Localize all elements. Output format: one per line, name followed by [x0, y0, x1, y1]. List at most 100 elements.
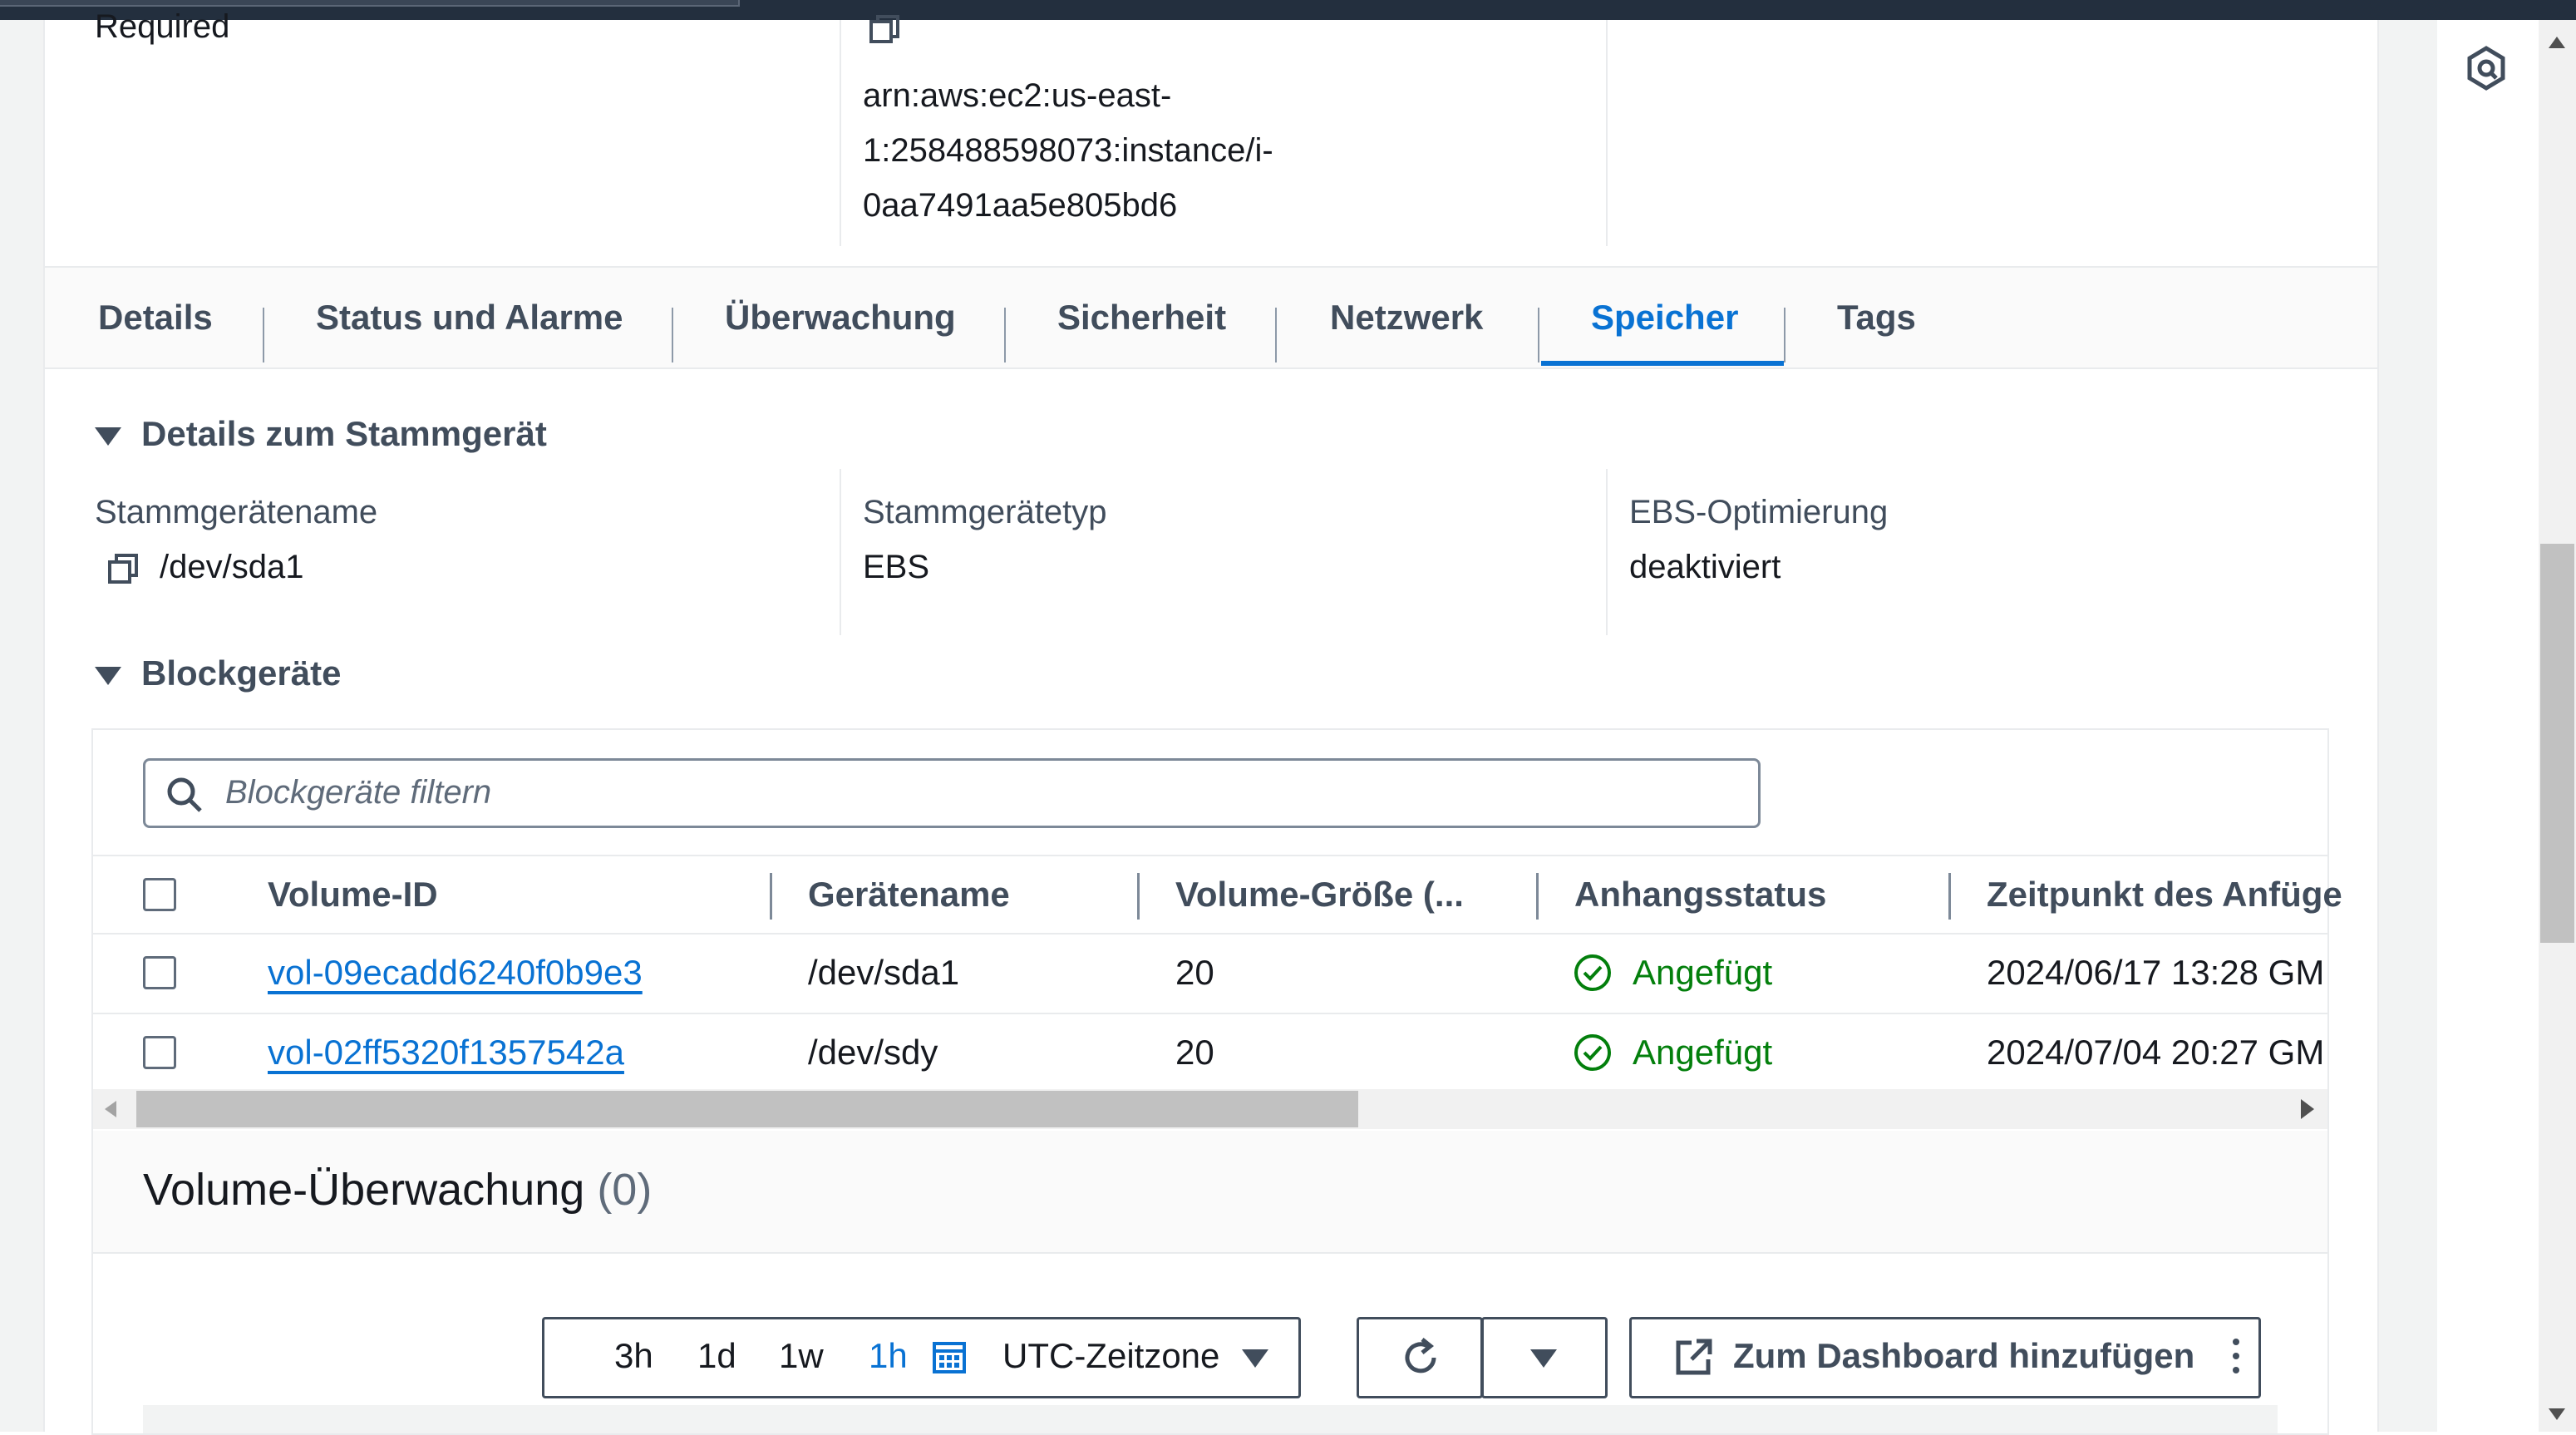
tab-storage[interactable]: Speicher [1591, 268, 1738, 367]
column-divider [1606, 20, 1608, 246]
column-volume-id[interactable]: Volume-ID [268, 856, 438, 933]
time-range-selector: 3h 1d 1w 1h [542, 1317, 988, 1398]
calendar-icon[interactable] [932, 1339, 967, 1374]
block-devices-heading: Blockgeräte [141, 653, 342, 693]
browser-top-bar [0, 0, 2576, 20]
left-gutter [0, 20, 45, 1432]
chevron-down-icon [1530, 1349, 1557, 1368]
block-devices-section-toggle[interactable]: Blockgeräte [95, 653, 341, 693]
right-gutter [2377, 20, 2437, 1432]
volume-id-link[interactable]: vol-02ff5320f1357542a [268, 1013, 624, 1092]
row-checkbox[interactable] [143, 1036, 176, 1069]
check-circle-icon [1574, 1034, 1611, 1071]
column-resizer[interactable] [1948, 873, 1951, 920]
refresh-options-dropdown[interactable] [1481, 1317, 1608, 1398]
check-circle-icon [1574, 954, 1611, 991]
column-attachment-status[interactable]: Anhangsstatus [1574, 856, 1826, 933]
timezone-dropdown[interactable]: UTC-Zeitzone [983, 1317, 1301, 1398]
browser-tab[interactable] [0, 0, 740, 7]
instance-summary: Required arn:aws:ec2:us-east- 1:25848859… [45, 8, 2377, 268]
range-3h[interactable]: 3h [614, 1336, 653, 1376]
column-divider [840, 20, 841, 246]
root-device-type-label: Stammgerätetyp [863, 494, 1107, 530]
column-device-name[interactable]: Gerätename [808, 856, 1010, 933]
device-name-cell: /dev/sda1 [808, 953, 960, 992]
root-device-section-toggle[interactable]: Details zum Stammgerät [95, 414, 547, 454]
attach-time-cell: 2024/06/17 13:28 GM [1987, 953, 2325, 992]
volume-size-cell: 20 [1175, 1033, 1214, 1072]
range-1w[interactable]: 1w [779, 1336, 824, 1376]
copy-icon[interactable] [868, 15, 903, 49]
arn-line-1: arn:aws:ec2:us-east- [863, 77, 1172, 114]
horizontal-scrollbar[interactable] [93, 1089, 2327, 1129]
scroll-down-arrow-icon[interactable] [2549, 1408, 2565, 1420]
tab-monitoring[interactable]: Überwachung [725, 268, 956, 367]
chart-area [143, 1405, 2278, 1433]
column-resizer[interactable] [1137, 873, 1140, 920]
ebs-optimization-label: EBS-Optimierung [1629, 494, 1889, 530]
attachment-status-cell: Angefügt [1633, 1033, 1773, 1072]
column-resizer[interactable] [770, 873, 772, 920]
column-divider [840, 469, 841, 635]
search-icon [167, 777, 202, 812]
external-link-icon [1676, 1339, 1712, 1375]
column-volume-size[interactable]: Volume-Größe (... [1175, 856, 1464, 933]
scrollbar-thumb[interactable] [2540, 544, 2574, 943]
filter-placeholder: Blockgeräte filtern [225, 774, 492, 811]
arn-line-3: 0aa7491aa5e805bd6 [863, 187, 1178, 224]
chevron-down-icon [1242, 1349, 1268, 1368]
volume-monitoring-title-text: Volume-Überwachung [143, 1165, 585, 1215]
device-name-cell: /dev/sdy [808, 1033, 938, 1072]
caret-down-icon [95, 427, 121, 446]
tab-bar: Details Status und Alarme Überwachung Si… [45, 268, 2377, 369]
tab-tags[interactable]: Tags [1837, 268, 1916, 367]
more-options-icon[interactable] [2233, 1339, 2239, 1381]
timezone-label: UTC-Zeitzone [1002, 1336, 1220, 1375]
scroll-up-arrow-icon[interactable] [2549, 37, 2565, 48]
tab-status-alarms[interactable]: Status und Alarme [316, 268, 623, 367]
volume-monitoring-header: Volume-Überwachung (0) [93, 1131, 2327, 1254]
volume-monitoring-count: (0) [597, 1165, 653, 1215]
copy-icon[interactable] [106, 552, 141, 591]
refresh-icon [1405, 1338, 1436, 1373]
tab-separator [1275, 308, 1277, 362]
add-to-dashboard-label: Zum Dashboard hinzufügen [1733, 1336, 2195, 1375]
add-to-dashboard-button[interactable]: Zum Dashboard hinzufügen [1629, 1317, 2261, 1398]
range-1d[interactable]: 1d [697, 1336, 736, 1376]
tab-separator [1004, 308, 1006, 362]
column-divider [1606, 469, 1608, 635]
block-devices-table: Blockgeräte filtern Volume-ID Gerätename… [91, 728, 2342, 1435]
volume-size-cell: 20 [1175, 953, 1214, 992]
tab-separator [1538, 308, 1539, 362]
vertical-scrollbar[interactable] [2539, 20, 2576, 1432]
instance-arn: arn:aws:ec2:us-east- 1:258488598073:inst… [863, 68, 1273, 233]
table-header: Volume-ID Gerätename Volume-Größe (... A… [93, 855, 2342, 934]
tab-details[interactable]: Details [98, 268, 213, 367]
table-row: vol-02ff5320f1357542a /dev/sdy 20 Angefü… [93, 1013, 2327, 1094]
volume-monitoring-title: Volume-Überwachung (0) [143, 1164, 652, 1216]
block-devices-filter-input[interactable]: Blockgeräte filtern [143, 758, 1761, 828]
row-checkbox[interactable] [143, 956, 176, 989]
tab-networking[interactable]: Netzwerk [1330, 268, 1483, 367]
refresh-button[interactable] [1357, 1317, 1483, 1398]
column-attach-time[interactable]: Zeitpunkt des Anfüge [1987, 856, 2342, 933]
column-resizer[interactable] [1536, 873, 1539, 920]
scroll-left-arrow-icon[interactable] [105, 1101, 116, 1117]
required-label: Required [95, 8, 230, 45]
tab-separator [672, 308, 673, 362]
root-device-name-label: Stammgerätename [95, 494, 378, 530]
root-device-heading: Details zum Stammgerät [141, 414, 547, 453]
volume-id-link[interactable]: vol-09ecadd6240f0b9e3 [268, 933, 643, 1013]
scrollbar-thumb[interactable] [136, 1091, 1358, 1127]
range-1h[interactable]: 1h [869, 1336, 908, 1376]
instance-details-panel: Required arn:aws:ec2:us-east- 1:25848859… [45, 8, 2377, 1435]
select-all-checkbox[interactable] [143, 878, 176, 911]
scroll-right-arrow-icon[interactable] [2301, 1099, 2314, 1119]
root-device-type-value: EBS [863, 549, 930, 585]
arn-line-2: 1:258488598073:instance/i- [863, 132, 1273, 169]
tab-security[interactable]: Sicherheit [1057, 268, 1226, 367]
active-tab-indicator [1541, 361, 1784, 366]
tab-separator [1784, 308, 1785, 362]
hexagon-icon[interactable] [2465, 45, 2508, 96]
attachment-status-cell: Angefügt [1633, 953, 1773, 992]
